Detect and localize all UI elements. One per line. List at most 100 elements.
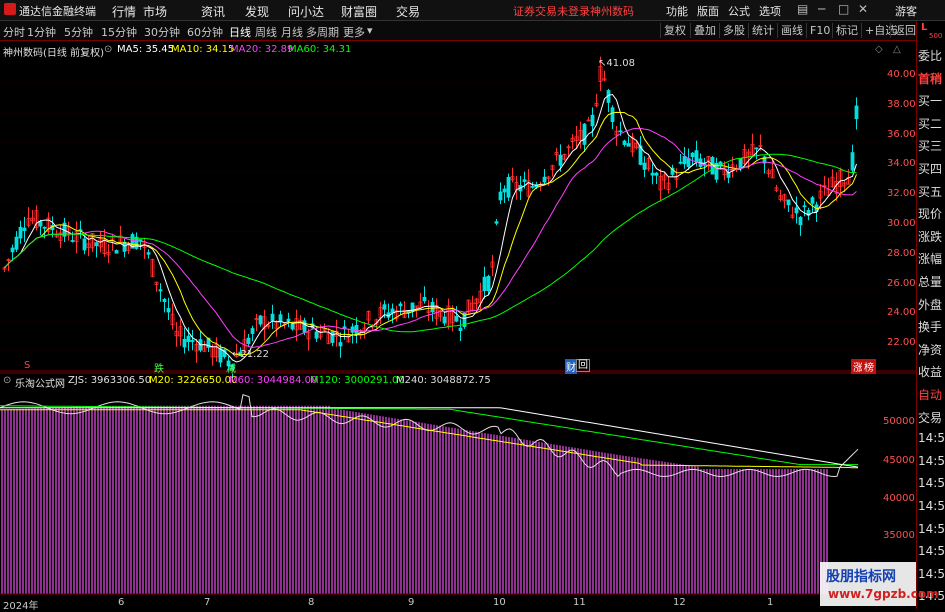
price-tick-5: 30.00: [887, 218, 916, 229]
maximize-icon[interactable]: □: [838, 2, 849, 16]
menu-faxian[interactable]: 发现: [245, 3, 269, 20]
triangle-up-icon[interactable]: △: [893, 44, 901, 55]
candle-body: [626, 143, 631, 147]
marker-s[interactable]: S: [24, 360, 30, 371]
period-1min[interactable]: 1分钟: [27, 24, 56, 40]
candle-body: [622, 140, 627, 145]
guest-label[interactable]: 游客: [895, 3, 917, 19]
ind-tick-50000: 50000: [883, 416, 915, 427]
btn-fuquan[interactable]: 复权: [660, 23, 689, 38]
level-count: 500: [929, 32, 943, 40]
period-multi[interactable]: 多周期: [306, 24, 339, 40]
price-tick-6: 28.00: [887, 247, 916, 259]
btn-tongji[interactable]: 统计: [748, 23, 777, 38]
price-tick-2: 36.00: [887, 128, 916, 140]
candle-body: [330, 331, 335, 343]
x-tick-6: 6: [118, 597, 125, 608]
diamond-icon[interactable]: ◇: [875, 44, 883, 55]
settings-icon[interactable]: ⊙: [104, 44, 112, 55]
candle-body: [338, 342, 343, 347]
quote-panel-item-7: 现价: [918, 207, 943, 222]
x-tick-2024: 2024年: [3, 601, 39, 612]
marker-bang[interactable]: 榜: [862, 359, 876, 374]
period-monthly[interactable]: 月线: [281, 24, 303, 40]
minimize-icon[interactable]: ─: [818, 2, 825, 16]
btn-f10[interactable]: F10: [806, 23, 833, 38]
period-more[interactable]: 更多: [343, 24, 365, 40]
marker-die[interactable]: 跌: [154, 360, 164, 375]
btn-fanhui[interactable]: 返回: [890, 23, 919, 38]
candle-body: [382, 304, 387, 310]
m60-value: M60: 3044984.00: [229, 375, 318, 386]
price-tick-7: 26.00: [887, 277, 916, 289]
kline-chart[interactable]: [0, 55, 916, 595]
login-notice[interactable]: 证券交易未登录: [513, 3, 590, 19]
period-fenshi[interactable]: 分时: [3, 24, 25, 40]
menu-gongshi[interactable]: 公式: [728, 3, 750, 19]
menu-wenxiaoda[interactable]: 问小达: [288, 3, 324, 20]
candle-body: [134, 236, 139, 249]
candle-body: [642, 162, 647, 170]
menu-xuanxiang[interactable]: 选项: [759, 3, 781, 19]
price-tick-9: 22.00: [887, 337, 916, 349]
btn-huaxian[interactable]: 画线: [777, 23, 806, 38]
candle-body: [482, 276, 487, 292]
marker-jian[interactable]: 减: [226, 360, 236, 375]
x-tick-7: 7: [204, 597, 211, 608]
candle-body: [442, 316, 447, 324]
candle-body: [558, 154, 563, 166]
menu-zixun[interactable]: 资讯: [201, 3, 225, 20]
candle-body: [182, 338, 187, 348]
candle-body: [794, 207, 799, 214]
quote-panel-item-15: 自动: [918, 388, 943, 402]
candle-body: [70, 240, 75, 242]
candle-body: [610, 107, 615, 123]
btn-biaoji[interactable]: 标记: [832, 23, 861, 38]
candle-body: [290, 323, 295, 330]
menu-shichang[interactable]: 市场: [143, 3, 167, 20]
candle-body: [398, 303, 403, 307]
ma10-value: MA10: 34.15: [171, 44, 235, 55]
period-60min[interactable]: 60分钟: [187, 24, 223, 40]
period-weekly[interactable]: 周线: [255, 24, 277, 40]
btn-duogu[interactable]: 多股: [719, 23, 748, 38]
indicator-name: 乐淘公式网: [15, 379, 65, 390]
quote-panel-item-8: 涨跌: [918, 229, 943, 244]
candle-body: [850, 152, 855, 171]
candle-body: [678, 161, 683, 164]
close-icon[interactable]: ✕: [858, 2, 868, 16]
quote-panel-item-13: 净资: [918, 342, 943, 357]
menu-hangqing[interactable]: 行情: [112, 3, 136, 20]
menu-banmian[interactable]: 版面: [697, 3, 719, 19]
menu-caifuquan[interactable]: 财富圈: [341, 3, 377, 20]
period-15min[interactable]: 15分钟: [101, 24, 137, 40]
quote-panel-item-18: 14:5: [918, 453, 945, 468]
quote-panel-item-11: 外盘: [918, 297, 943, 312]
period-30min[interactable]: 30分钟: [144, 24, 180, 40]
candle-body: [38, 221, 43, 227]
period-5min[interactable]: 5分钟: [64, 24, 93, 40]
x-tick-1: 1: [767, 597, 774, 608]
chevron-down-icon[interactable]: ▾: [367, 24, 373, 37]
candle-body: [190, 340, 195, 343]
period-daily[interactable]: 日线: [229, 24, 251, 40]
candle-body: [42, 226, 47, 229]
candle-body: [138, 239, 143, 242]
candle-body: [494, 221, 499, 224]
m120-value: M120: 3000291.00: [310, 375, 405, 386]
candle-body: [390, 308, 395, 314]
x-tick-9: 9: [408, 597, 415, 608]
indicator-settings-icon[interactable]: ⊙: [3, 375, 11, 386]
candle-body: [486, 275, 491, 292]
x-tick-11: 11: [573, 597, 586, 608]
chart-icon[interactable]: ▤: [797, 2, 808, 16]
marker-hui[interactable]: 回: [576, 359, 590, 372]
quote-panel-item-5: 买四: [918, 162, 943, 176]
menu-jiaoyi[interactable]: 交易: [396, 3, 420, 20]
quote-panel-item-20: 14:5: [918, 499, 945, 513]
ma5-value: MA5: 35.45: [117, 44, 175, 55]
btn-diejia[interactable]: 叠加: [690, 23, 719, 38]
candle-body: [506, 176, 511, 198]
menu-gongneng[interactable]: 功能: [666, 3, 688, 19]
candle-body: [498, 191, 503, 201]
